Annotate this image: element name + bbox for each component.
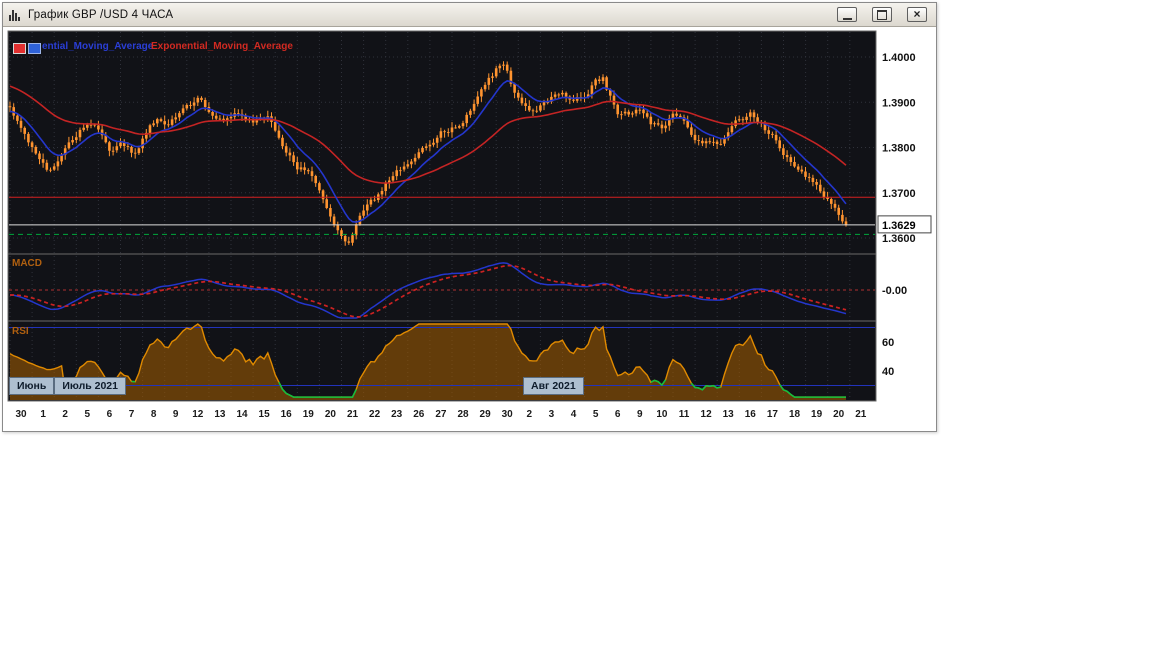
svg-text:1.3800: 1.3800 (882, 143, 916, 155)
svg-text:1: 1 (40, 409, 46, 420)
svg-text:3: 3 (549, 409, 555, 420)
svg-text:13: 13 (214, 409, 226, 420)
restore-button[interactable] (872, 7, 892, 22)
svg-text:4: 4 (571, 409, 577, 420)
svg-text:11: 11 (679, 409, 690, 420)
legend-icon-blue[interactable] (28, 43, 41, 54)
svg-text:9: 9 (637, 409, 643, 420)
svg-text:30: 30 (502, 409, 514, 420)
svg-text:26: 26 (413, 409, 425, 420)
svg-text:17: 17 (767, 409, 779, 420)
svg-text:6: 6 (615, 409, 621, 420)
month-badge-aug: Авг 2021 (523, 377, 584, 395)
svg-text:28: 28 (457, 409, 469, 420)
svg-text:20: 20 (833, 409, 845, 420)
svg-text:15: 15 (259, 409, 271, 420)
svg-text:22: 22 (369, 409, 381, 420)
minimize-icon (842, 17, 852, 20)
svg-text:27: 27 (435, 409, 447, 420)
month-badges: Июнь Июль 2021 (9, 377, 126, 395)
svg-text:8: 8 (151, 409, 157, 420)
svg-text:2: 2 (62, 409, 68, 420)
svg-text:14: 14 (236, 409, 248, 420)
desktop: { "window": { "title": "График GBP /USD … (0, 0, 1152, 648)
svg-text:5: 5 (85, 409, 91, 420)
svg-text:1.4000: 1.4000 (882, 52, 916, 64)
svg-text:1.3700: 1.3700 (882, 188, 916, 200)
window-titlebar[interactable]: График GBP /USD 4 ЧАСА × (3, 3, 936, 27)
rsi-label: RSI (12, 326, 29, 337)
month-badge-june: Июнь (9, 377, 55, 395)
macd-label: MACD (12, 258, 42, 269)
restore-icon (877, 9, 887, 20)
svg-text:-0.00: -0.00 (882, 285, 907, 297)
svg-text:7: 7 (129, 409, 135, 420)
svg-text:21: 21 (347, 409, 359, 420)
svg-text:13: 13 (723, 409, 735, 420)
ema-fast-legend: ential_Moving_Average (42, 41, 154, 52)
svg-text:9: 9 (173, 409, 179, 420)
svg-text:1.3600: 1.3600 (882, 233, 916, 245)
svg-text:23: 23 (391, 409, 403, 420)
svg-text:40: 40 (882, 366, 894, 378)
svg-text:12: 12 (701, 409, 713, 420)
svg-text:60: 60 (882, 337, 894, 349)
svg-text:2: 2 (527, 409, 533, 420)
window-title: График GBP /USD 4 ЧАСА (28, 8, 174, 21)
close-button[interactable]: × (907, 7, 927, 22)
price-axis[interactable]: 1.4000 1.3900 1.3800 1.3700 1.36001.3629 -0.0… (877, 52, 932, 378)
svg-text:16: 16 (281, 409, 293, 420)
svg-text:5: 5 (593, 409, 599, 420)
svg-text:19: 19 (811, 409, 823, 420)
svg-text:12: 12 (192, 409, 204, 420)
svg-text:19: 19 (303, 409, 315, 420)
minimize-button[interactable] (837, 7, 857, 22)
svg-text:1.3900: 1.3900 (882, 97, 916, 109)
chart-window: График GBP /USD 4 ЧАСА × 1.4000 1.3900 1.3… (2, 2, 937, 432)
close-icon: × (913, 6, 921, 21)
svg-text:10: 10 (656, 409, 668, 420)
chart-icon (9, 9, 22, 21)
svg-text:16: 16 (745, 409, 757, 420)
chart-content: 1.4000 1.3900 1.3800 1.3700 1.3600 1.3629 -0.0… (3, 27, 934, 430)
ema-slow-legend: Exponential_Moving_Average (151, 41, 293, 52)
svg-text:1.3629: 1.3629 (882, 220, 916, 232)
time-axis[interactable]: 30 1 2 5 6 7 8 9 12 13 14 15 16 19 20 21 22 23 26 27 28 29 30 2… (15, 409, 866, 420)
legend-icon-red[interactable] (13, 43, 26, 54)
svg-text:6: 6 (107, 409, 113, 420)
svg-text:21: 21 (855, 409, 867, 420)
month-badge-july: Июль 2021 (54, 377, 126, 395)
svg-text:29: 29 (480, 409, 492, 420)
svg-text:30: 30 (15, 409, 27, 420)
svg-text:20: 20 (325, 409, 337, 420)
svg-text:18: 18 (789, 409, 801, 420)
chart-canvas[interactable]: 1.4000 1.3900 1.3800 1.3700 1.36001.3629 -0.0… (3, 27, 934, 430)
window-controls: × (837, 7, 930, 22)
